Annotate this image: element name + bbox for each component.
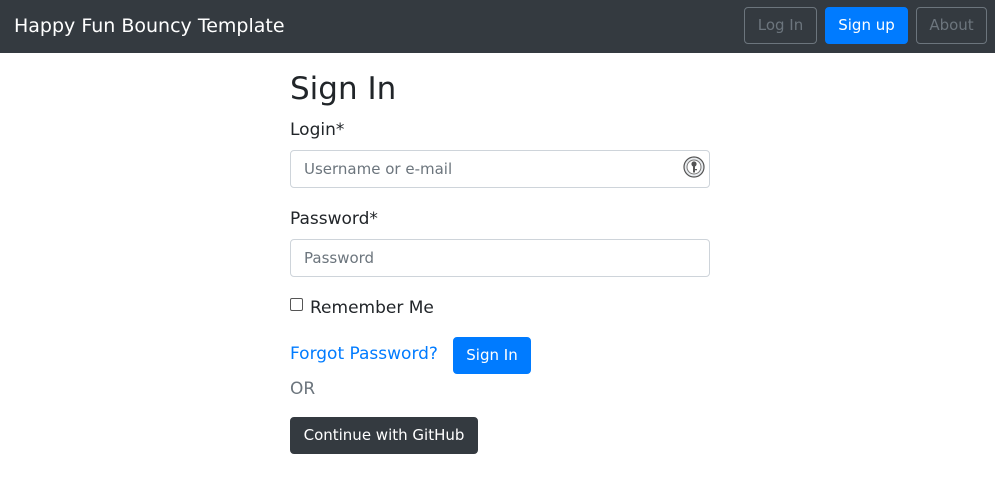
github-login-button[interactable]: Continue with GitHub — [290, 417, 478, 454]
login-input[interactable] — [290, 150, 710, 188]
top-navbar: Happy Fun Bouncy Template Log In Sign up… — [0, 0, 995, 53]
password-field-label: Password* — [290, 209, 378, 229]
page-title: Sign In — [290, 71, 397, 107]
remember-me-label[interactable]: Remember Me — [310, 297, 434, 319]
login-field-label: Login* — [290, 120, 345, 140]
forgot-password-link[interactable]: Forgot Password? — [290, 343, 438, 365]
remember-me-checkbox[interactable] — [290, 298, 303, 311]
or-separator: OR — [290, 379, 316, 399]
signup-nav-button[interactable]: Sign up — [825, 7, 908, 44]
signin-button[interactable]: Sign In — [453, 337, 531, 374]
password-input[interactable] — [290, 239, 710, 277]
about-nav-button[interactable]: About — [916, 7, 987, 44]
password-manager-key-icon[interactable] — [683, 156, 705, 178]
login-nav-button[interactable]: Log In — [744, 7, 817, 44]
brand-title[interactable]: Happy Fun Bouncy Template — [14, 13, 285, 39]
